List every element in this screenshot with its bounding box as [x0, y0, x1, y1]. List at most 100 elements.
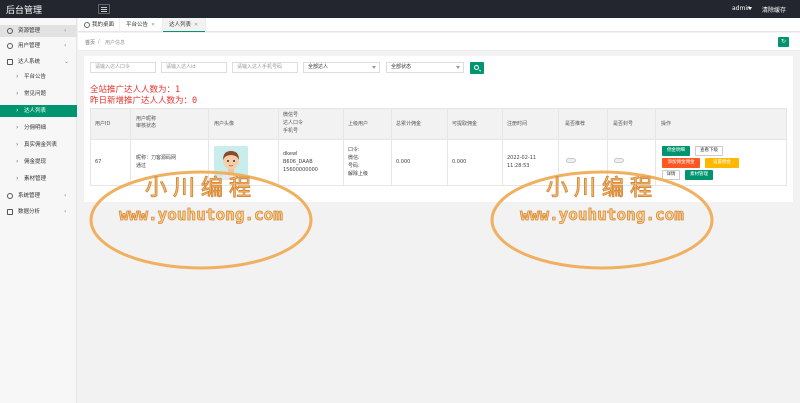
table-header — [90, 108, 787, 140]
breadcrumb-home[interactable]: 首页 — [85, 39, 95, 46]
banned-toggle[interactable] — [614, 158, 624, 163]
close-icon[interactable]: ✕ — [194, 18, 198, 32]
column-divider — [447, 108, 448, 186]
sidebar-item-announcements[interactable]: › 平台公告 — [0, 71, 77, 83]
sidebar-item-label: 达人列表 — [24, 108, 47, 114]
th-parent-user: 上级用户 — [348, 121, 369, 127]
sidebar-item-real-commission[interactable]: › 真实佣金列表 — [0, 139, 77, 151]
column-divider — [343, 108, 344, 186]
sidebar: 资源管理 ‹ 用户管理 ‹ 达人系统 ⌄ › 平台公告 › 常见问题 › 达人列… — [0, 18, 77, 403]
chevron-down-icon[interactable] — [748, 7, 752, 10]
watermark-title: 小川编程 — [546, 176, 658, 201]
refresh-icon: ↻ — [780, 38, 787, 45]
sidebar-item-label: 用户管理 — [18, 43, 41, 49]
th-register-time: 注册时间 — [507, 121, 528, 127]
cell-register-date: 2022-02-11 — [507, 155, 537, 161]
watermark-url: www.youhutong.com — [119, 205, 283, 224]
sidebar-item-materials[interactable]: › 素材管理 — [0, 173, 77, 185]
search-button[interactable] — [470, 62, 484, 74]
tab-desktop[interactable]: 我的桌面 — [78, 18, 120, 32]
sidebar-item-label: 达人系统 — [18, 59, 41, 65]
breadcrumb-current: 用户信息 — [105, 40, 126, 46]
tab-bar: 我的桌面 平台公告 ✕ 达人列表 ✕ — [78, 18, 800, 32]
people-icon — [7, 59, 13, 65]
sidebar-item-label: 资源管理 — [18, 28, 41, 34]
th-review-status: 审核状态 — [136, 123, 157, 129]
sidebar-item-analytics[interactable]: 数据分析 ‹ — [0, 206, 77, 218]
add-commission-button[interactable]: 添加佣金佣金 — [662, 158, 700, 168]
talent-level-select[interactable]: 全部达人 — [303, 62, 380, 73]
sidebar-item-label: 系统管理 — [18, 193, 41, 199]
refresh-button[interactable]: ↻ — [778, 37, 789, 47]
sidebar-item-label: 分佣明细 — [24, 125, 47, 131]
select-value: 全部状态 — [391, 64, 412, 70]
th-actions: 操作 — [661, 121, 672, 127]
recommend-toggle[interactable] — [566, 158, 576, 163]
chevron-right-icon: › — [16, 158, 19, 165]
watermark-title: 小川编程 — [145, 176, 257, 201]
gear-icon — [7, 193, 13, 199]
talent-id-input[interactable]: 请输入达人id — [161, 62, 227, 73]
home-icon — [84, 22, 90, 28]
sidebar-item-withdrawal[interactable]: › 佣金提现 — [0, 156, 77, 168]
tab-announcements[interactable]: 平台公告 ✕ — [120, 18, 163, 32]
th-nickname: 用户昵称 — [136, 116, 157, 122]
watermark-right: 小川编程 www.youhutong.com — [490, 170, 714, 270]
sidebar-item-label: 数据分析 — [18, 209, 41, 215]
chevron-right-icon: › — [16, 107, 19, 114]
chevron-down-icon: ⌄ — [64, 58, 70, 65]
th-total-commission: 总累计佣金 — [396, 121, 422, 127]
menu-toggle-icon[interactable] — [98, 4, 110, 14]
cell-wechat: dkewl — [283, 151, 298, 157]
chevron-down-icon — [456, 66, 460, 69]
watermark-url: www.youhutong.com — [520, 205, 684, 224]
chevron-left-icon: ‹ — [64, 42, 67, 49]
view-subordinates-button[interactable]: 查看下级 — [695, 146, 723, 156]
sidebar-item-system[interactable]: 系统管理 ‹ — [0, 190, 77, 202]
sidebar-item-commission-detail[interactable]: › 分佣明细 — [0, 122, 77, 134]
th-user-id: 用户ID — [95, 121, 111, 127]
th-phone: 手机号 — [283, 128, 299, 134]
th-avatar: 用户头像 — [214, 121, 235, 127]
cell-withdrawable: 0.000 — [452, 159, 467, 165]
cell-parent-wechat: 微信: — [348, 155, 360, 161]
cell-talent-code: B606_DAAB — [283, 159, 313, 165]
top-bar: 后台管理 admin 清除缓存 — [0, 0, 800, 18]
tab-label: 平台公告 — [126, 22, 149, 28]
sidebar-item-faq[interactable]: › 常见问题 — [0, 88, 77, 100]
chart-icon — [7, 209, 13, 215]
set-commission-button[interactable]: 设置佣金 — [705, 158, 739, 168]
status-select[interactable]: 全部状态 — [386, 62, 464, 73]
chevron-right-icon: › — [16, 73, 19, 80]
cell-nickname: 昵称：刀客源码网 — [136, 155, 177, 161]
commission-detail-button[interactable]: 佣金明细 — [662, 146, 690, 156]
app-title: 后台管理 — [6, 6, 43, 16]
sidebar-item-label: 真实佣金列表 — [24, 142, 58, 148]
cell-parent-code: 口令: — [348, 147, 360, 153]
cell-parent-phone: 号码: — [348, 163, 360, 169]
sidebar-item-talent-system[interactable]: 达人系统 ⌄ — [0, 56, 77, 68]
chevron-left-icon: ‹ — [64, 192, 67, 199]
talent-code-input[interactable]: 请输入达人口令 — [90, 62, 156, 73]
sidebar-item-label: 常见问题 — [24, 91, 47, 97]
breadcrumb: 首页 / 用户信息 ↻ — [78, 33, 800, 51]
cell-user-id: 67 — [95, 159, 102, 165]
chevron-left-icon: ‹ — [64, 208, 67, 215]
th-banned: 是否封号 — [613, 121, 634, 127]
sidebar-item-talent-list[interactable]: › 达人列表 — [0, 105, 77, 117]
tab-talent-list[interactable]: 达人列表 ✕ — [163, 18, 206, 32]
settings-icon — [7, 43, 13, 49]
tab-label: 达人列表 — [169, 22, 192, 28]
sidebar-item-label: 素材管理 — [24, 176, 47, 182]
sidebar-item-resources[interactable]: 资源管理 ‹ — [0, 25, 77, 37]
unbind-parent-link[interactable]: 解除上级 — [348, 171, 368, 178]
chevron-down-icon — [372, 66, 376, 69]
th-wechat: 微信号 — [283, 112, 299, 118]
talent-phone-input[interactable]: 请输入达人手机号码 — [232, 62, 298, 73]
breadcrumb-separator: / — [98, 39, 100, 45]
select-value: 全部达人 — [308, 64, 329, 70]
chevron-right-icon: › — [16, 90, 19, 97]
clear-cache-link[interactable]: 清除缓存 — [762, 5, 786, 14]
close-icon[interactable]: ✕ — [151, 18, 155, 32]
sidebar-item-users[interactable]: 用户管理 ‹ — [0, 40, 77, 52]
